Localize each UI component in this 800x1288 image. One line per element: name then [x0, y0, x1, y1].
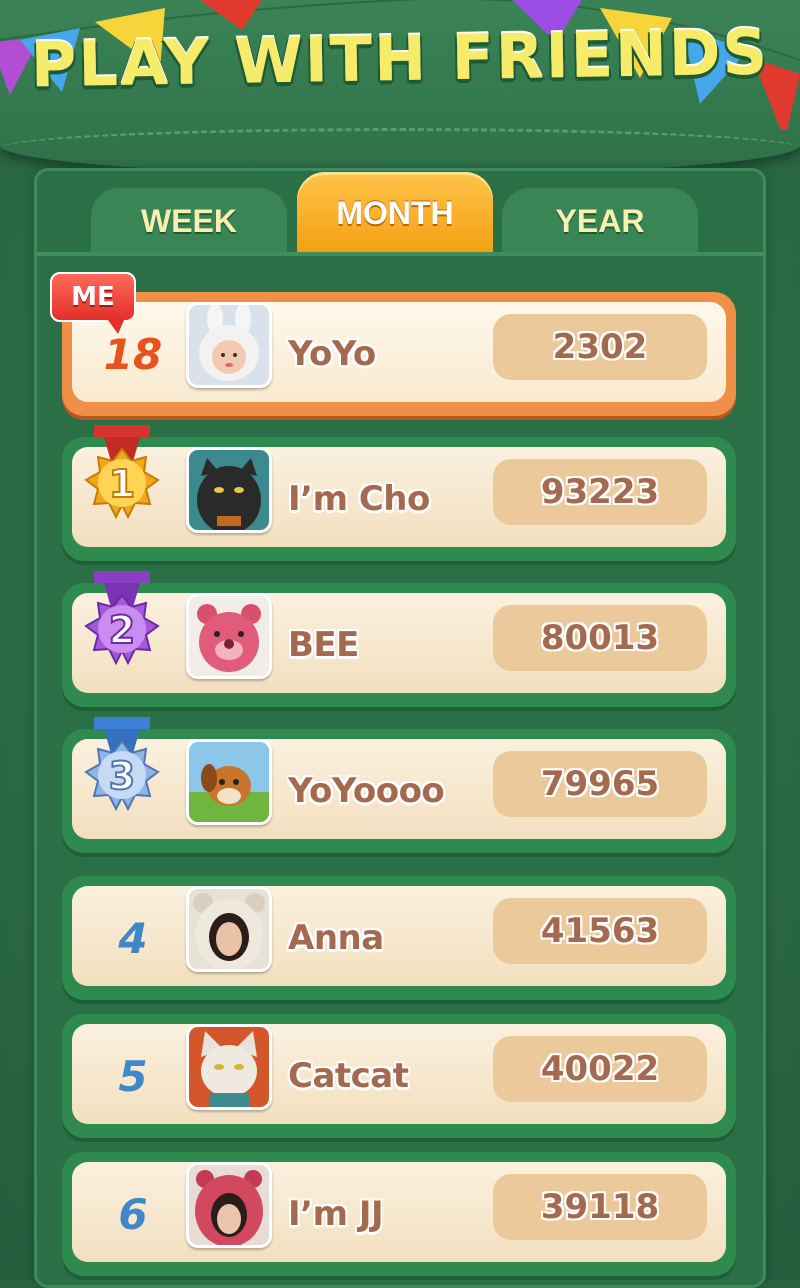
- player-name: YoYo: [288, 334, 376, 374]
- score-value: 79965: [493, 751, 707, 817]
- tab-divider: [34, 252, 766, 256]
- purple-medal-icon: 2: [84, 571, 160, 666]
- score-value: 2302: [493, 314, 707, 380]
- tab-year[interactable]: YEAR: [502, 188, 698, 254]
- leaderboard-row[interactable]: 2 BEE 80013: [62, 571, 736, 707]
- player-name: BEE: [288, 625, 359, 665]
- player-name: I’m Cho: [288, 479, 430, 519]
- medal-rank-label: 1: [109, 462, 135, 506]
- gold-medal-icon: 1: [84, 425, 160, 520]
- medal-rank-label: 2: [109, 608, 135, 652]
- tab-month[interactable]: MONTH: [297, 172, 493, 254]
- medal-rank-label: 3: [109, 754, 135, 798]
- player-name: Catcat: [288, 1056, 409, 1096]
- score-value: 93223: [493, 459, 707, 525]
- score-value: 80013: [493, 605, 707, 671]
- player-name: I’m JJ: [288, 1194, 384, 1234]
- leaderboard-row[interactable]: 4 Anna 41563: [62, 876, 736, 1000]
- rank-number: 5: [118, 1051, 148, 1101]
- cartoon-dog-avatar: [186, 739, 272, 825]
- player-name: YoYoooo: [288, 771, 445, 811]
- header-banner: PLAY WITH FRIENDS: [0, 0, 800, 175]
- leaderboard-row-me[interactable]: 18 YoYo 2302: [62, 292, 736, 416]
- score-value: 41563: [493, 898, 707, 964]
- score-value: 40022: [493, 1036, 707, 1102]
- leaderboard-row[interactable]: 6 I’m JJ 39118: [62, 1152, 736, 1276]
- leaderboard-row[interactable]: 1 I’m Cho 93223: [62, 425, 736, 561]
- girl-bunny-hat-avatar: [186, 302, 272, 388]
- leaderboard-row[interactable]: 5 Catcat 40022: [62, 1014, 736, 1138]
- rank-number: 4: [118, 913, 148, 963]
- tab-week[interactable]: WEEK: [91, 188, 287, 254]
- leaderboard-row[interactable]: 3 YoYoooo 79965: [62, 717, 736, 853]
- girl-bear-hood-avatar: [186, 886, 272, 972]
- page-title: PLAY WITH FRIENDS: [30, 15, 770, 102]
- me-badge: ME: [50, 272, 136, 334]
- girl-pink-hood-avatar: [186, 1162, 272, 1248]
- stitch-line: [0, 128, 800, 171]
- white-cat-avatar: [186, 1024, 272, 1110]
- score-value: 39118: [493, 1174, 707, 1240]
- blue-medal-icon: 3: [84, 717, 160, 812]
- player-name: Anna: [288, 918, 384, 958]
- pink-bear-avatar: [186, 593, 272, 679]
- black-cat-avatar: [186, 447, 272, 533]
- rank-number: 6: [118, 1189, 148, 1239]
